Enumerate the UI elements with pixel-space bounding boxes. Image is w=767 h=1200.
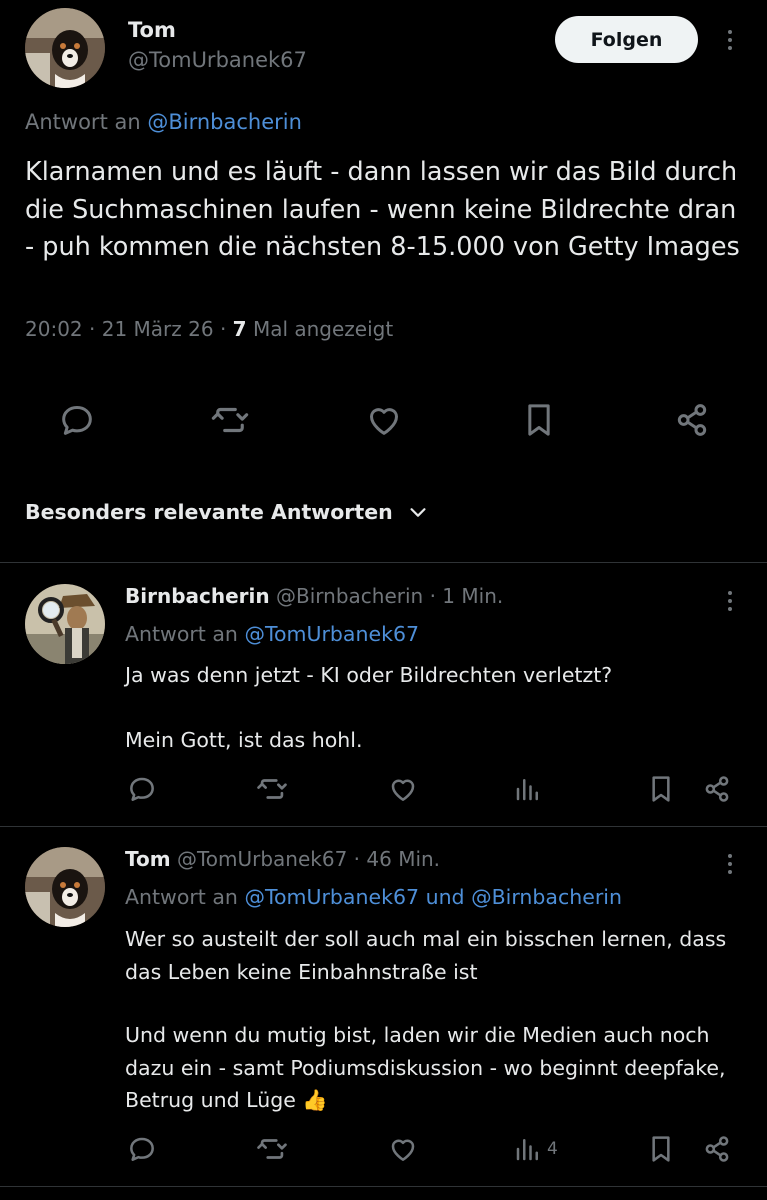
- replies-sort-label: Besonders relevante Antworten: [25, 500, 393, 524]
- views-count: 4: [547, 1139, 558, 1159]
- reply-to-prefix: Antwort an: [125, 885, 238, 909]
- reply-button[interactable]: [125, 772, 159, 806]
- views-count: 7: [232, 317, 247, 341]
- replies-sort-toggle[interactable]: Besonders relevante Antworten: [25, 500, 429, 524]
- like-icon: [370, 408, 398, 435]
- meta-separator: ·: [353, 847, 361, 871]
- views-button[interactable]: [513, 772, 547, 806]
- like-icon: [391, 1139, 415, 1161]
- more-icon[interactable]: [720, 849, 740, 879]
- reply-header: Tom @TomUrbanek67 · 46 Min.: [125, 847, 440, 871]
- share-button[interactable]: [700, 1132, 734, 1166]
- follow-button[interactable]: Folgen: [555, 16, 698, 63]
- more-icon[interactable]: [720, 25, 740, 55]
- more-icon[interactable]: [720, 586, 740, 616]
- reply-to-mention[interactable]: @TomUrbanek67 und @Birnbacherin: [244, 885, 622, 909]
- views-icon: [516, 779, 538, 801]
- meta-separator: ·: [89, 317, 96, 341]
- reply-to-mention[interactable]: @TomUrbanek67: [244, 622, 419, 646]
- reply-to-line: Antwort an @Birnbacherin: [25, 110, 302, 134]
- dog-avatar-image: [25, 847, 105, 927]
- like-icon: [391, 779, 415, 801]
- tweet-time[interactable]: 20:02: [25, 317, 83, 341]
- reply-icon: [130, 1137, 154, 1161]
- tweet-text: Klarnamen und es läuft - dann lassen wir…: [25, 157, 740, 262]
- share-icon: [705, 776, 729, 802]
- divider: [0, 826, 767, 827]
- divider: [0, 1186, 767, 1187]
- reply-text-paragraph: Mein Gott, ist das hohl.: [125, 728, 363, 752]
- reply-author-handle[interactable]: @Birnbacherin: [276, 584, 423, 608]
- chevron-down-icon: [410, 508, 426, 517]
- meta-separator: ·: [429, 584, 436, 608]
- views-icon: [516, 1139, 538, 1161]
- reply-author-name[interactable]: Tom: [125, 847, 171, 871]
- reply-time[interactable]: 46 Min.: [366, 847, 440, 871]
- reply-header: Birnbacherin @Birnbacherin · 1 Min.: [125, 584, 503, 608]
- share-icon: [705, 1136, 729, 1162]
- detective-avatar-image: [25, 584, 105, 664]
- bookmark-button[interactable]: [644, 1132, 678, 1166]
- author-handle[interactable]: @TomUrbanek67: [128, 48, 307, 72]
- reply-text-paragraph: Und wenn du mutig bist, laden wir die Me…: [125, 1023, 726, 1112]
- meta-separator: ·: [219, 317, 227, 341]
- author-avatar[interactable]: [25, 8, 105, 88]
- reply-to-mention[interactable]: @Birnbacherin: [147, 110, 302, 134]
- repost-icon: [211, 407, 249, 433]
- views-label: Mal angezeigt: [252, 317, 394, 341]
- reply-to-prefix: Antwort an: [25, 110, 141, 134]
- reply-author-handle[interactable]: @TomUrbanek67: [177, 847, 347, 871]
- bookmark-icon: [652, 1136, 670, 1162]
- like-button[interactable]: [362, 398, 406, 442]
- repost-button[interactable]: [255, 1132, 289, 1166]
- tweet-meta: 20:02 · 21 März 26 · 7 Mal angezeigt: [25, 317, 393, 341]
- repost-button[interactable]: [255, 772, 289, 806]
- bookmark-button[interactable]: [644, 772, 678, 806]
- reply-avatar[interactable]: [25, 584, 105, 664]
- share-button[interactable]: [670, 398, 714, 442]
- reply-author-name[interactable]: Birnbacherin: [125, 584, 270, 608]
- tweet-date[interactable]: 21 März 26: [102, 317, 214, 341]
- views-button[interactable]: 4: [513, 1132, 558, 1166]
- dog-avatar-image: [25, 8, 105, 88]
- repost-button[interactable]: [208, 398, 252, 442]
- repost-icon: [257, 779, 287, 799]
- reply-to-line: Antwort an @TomUrbanek67: [125, 622, 419, 646]
- like-button[interactable]: [386, 1132, 420, 1166]
- author-name[interactable]: Tom: [128, 18, 176, 42]
- bookmark-icon: [652, 776, 670, 802]
- reply-to-line: Antwort an @TomUrbanek67 und @Birnbacher…: [125, 885, 622, 909]
- reply-button[interactable]: [55, 398, 99, 442]
- like-button[interactable]: [386, 772, 420, 806]
- reply-avatar[interactable]: [25, 847, 105, 927]
- reply-time[interactable]: 1 Min.: [442, 584, 503, 608]
- share-button[interactable]: [700, 772, 734, 806]
- reply-to-prefix: Antwort an: [125, 622, 238, 646]
- bookmark-icon: [528, 404, 550, 436]
- share-icon: [677, 404, 707, 436]
- repost-icon: [257, 1139, 287, 1159]
- reply-text-paragraph: Wer so austeilt der soll auch mal ein bi…: [125, 927, 727, 984]
- bookmark-button[interactable]: [517, 398, 561, 442]
- divider: [0, 562, 767, 563]
- reply-text-paragraph: Ja was denn jetzt - KI oder Bildrechten …: [125, 663, 613, 687]
- reply-button[interactable]: [125, 1132, 159, 1166]
- reply-icon: [130, 777, 154, 801]
- reply-icon: [62, 406, 92, 435]
